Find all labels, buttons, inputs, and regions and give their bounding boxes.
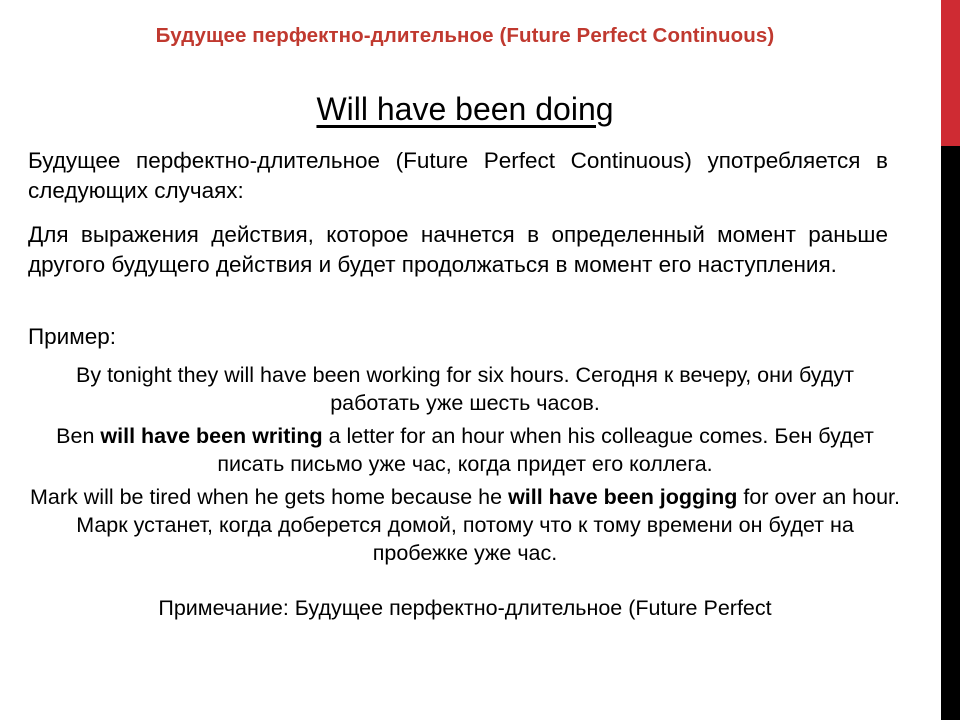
intro-paragraph-1: Будущее перфектно-длительное (Future Per…: [28, 148, 888, 204]
example-3-pre: Mark will be tired when he gets home bec…: [30, 484, 509, 509]
example-2: Ben will have been writing a letter for …: [30, 422, 900, 479]
decorative-red-bar: [941, 0, 960, 146]
example-label: Пример:: [28, 324, 117, 350]
slide-title: Будущее перфектно-длительное (Future Per…: [155, 24, 775, 47]
intro-paragraph-2: Для выражения действия, которое начнется…: [28, 222, 888, 278]
example-1-pre: By tonight they will have been working f…: [76, 363, 854, 416]
intro-block: Будущее перфектно-длительное (Future Per…: [0, 127, 930, 352]
example-3: Mark will be tired when he gets home bec…: [30, 483, 900, 568]
slide-content: Будущее перфектно-длительное (Future Per…: [0, 0, 930, 720]
example-1: By tonight they will have been working f…: [30, 361, 900, 418]
formula-heading-text: Will have been doing: [316, 90, 614, 127]
slide-canvas: Будущее перфектно-длительное (Future Per…: [0, 0, 960, 720]
examples-block: By tonight they will have been working f…: [0, 352, 930, 568]
decorative-black-bar: [941, 146, 960, 720]
example-3-bold: will have been jogging: [508, 484, 738, 509]
note-block: Примечание: Будущее перфектно-длительное…: [0, 568, 930, 622]
example-2-pre: Ben: [56, 423, 101, 448]
note-paragraph: Примечание: Будущее перфектно-длительное…: [158, 595, 772, 620]
example-2-bold: will have been writing: [100, 423, 323, 448]
formula-heading: Will have been doing: [0, 49, 930, 128]
